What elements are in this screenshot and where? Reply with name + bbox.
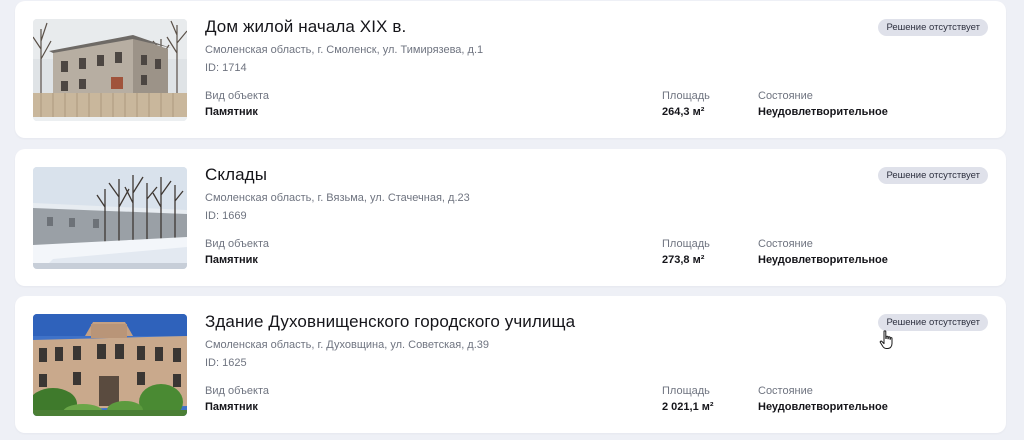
object-title[interactable]: Склады bbox=[205, 165, 267, 185]
area-value: 2 021,1 м² bbox=[662, 401, 714, 413]
type-label: Вид объекта bbox=[205, 385, 269, 397]
object-card[interactable]: Дом жилой начала XIX в. Смоленская облас… bbox=[15, 1, 1006, 138]
object-id: ID: 1625 bbox=[205, 357, 247, 369]
state-label: Состояние bbox=[758, 238, 813, 250]
object-address: Смоленская область, г. Смоленск, ул. Тим… bbox=[205, 44, 484, 56]
object-photo[interactable] bbox=[33, 19, 187, 121]
status-badge: Решение отсутствует bbox=[878, 19, 988, 36]
object-address: Смоленская область, г. Вязьма, ул. Стаче… bbox=[205, 192, 470, 204]
state-label: Состояние bbox=[758, 90, 813, 102]
hand-cursor-icon bbox=[879, 330, 893, 349]
type-value: Памятник bbox=[205, 401, 258, 413]
type-value: Памятник bbox=[205, 106, 258, 118]
state-value: Неудовлетворительное bbox=[758, 401, 888, 413]
state-value: Неудовлетворительное bbox=[758, 254, 888, 266]
object-address: Смоленская область, г. Духовщина, ул. Со… bbox=[205, 339, 490, 351]
state-value: Неудовлетворительное bbox=[758, 106, 888, 118]
object-card[interactable]: Склады Смоленская область, г. Вязьма, ул… bbox=[15, 149, 1006, 286]
area-label: Площадь bbox=[662, 385, 710, 397]
state-label: Состояние bbox=[758, 385, 813, 397]
status-badge: Решение отсутствует bbox=[878, 314, 988, 331]
object-title[interactable]: Здание Духовнищенского городского училищ… bbox=[205, 312, 575, 332]
object-title[interactable]: Дом жилой начала XIX в. bbox=[205, 17, 406, 37]
object-photo[interactable] bbox=[33, 314, 187, 416]
type-value: Памятник bbox=[205, 254, 258, 266]
type-label: Вид объекта bbox=[205, 238, 269, 250]
object-photo[interactable] bbox=[33, 167, 187, 269]
object-card[interactable]: Здание Духовнищенского городского училищ… bbox=[15, 296, 1006, 433]
area-value: 264,3 м² bbox=[662, 106, 705, 118]
object-id: ID: 1669 bbox=[205, 210, 247, 222]
area-label: Площадь bbox=[662, 238, 710, 250]
type-label: Вид объекта bbox=[205, 90, 269, 102]
object-id: ID: 1714 bbox=[205, 62, 247, 74]
status-badge: Решение отсутствует bbox=[878, 167, 988, 184]
area-value: 273,8 м² bbox=[662, 254, 705, 266]
area-label: Площадь bbox=[662, 90, 710, 102]
